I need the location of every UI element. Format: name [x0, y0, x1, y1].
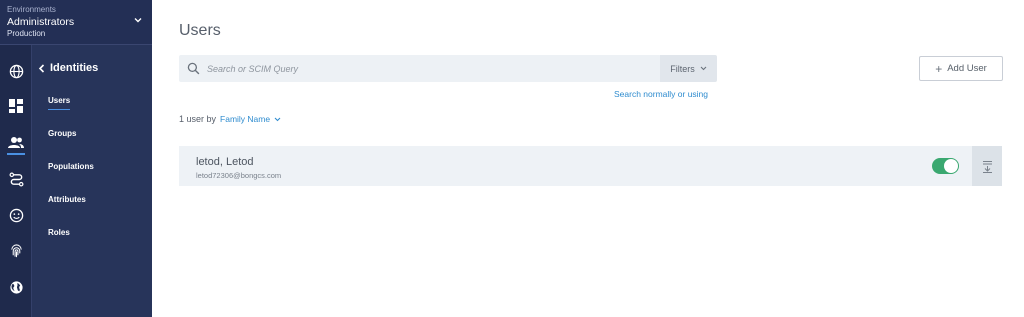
subnav-item-populations[interactable]: Populations	[48, 162, 94, 171]
environment-sub: Production	[7, 29, 46, 38]
sort-dropdown[interactable]: Family Name	[220, 114, 281, 124]
chevron-down-icon	[700, 66, 707, 71]
filters-label: Filters	[670, 63, 695, 74]
chevron-down-icon	[274, 117, 281, 121]
main-content: Users Filters Search normally or using +…	[152, 0, 1024, 317]
subnav-title: Identities	[50, 62, 99, 74]
environment-selector[interactable]: Environments Administrators Production	[0, 0, 152, 45]
subnav-item-groups[interactable]: Groups	[48, 129, 76, 138]
user-count-text: 1 user by	[179, 114, 217, 124]
subnav-item-users[interactable]: Users	[48, 96, 71, 110]
sort-label: Family Name	[220, 114, 271, 124]
icon-rail	[0, 45, 32, 317]
experiences-icon[interactable]	[7, 206, 25, 224]
add-user-button[interactable]: + Add User	[919, 56, 1003, 81]
user-email: letod72306@bongcs.com	[196, 171, 282, 180]
expand-details-icon	[982, 160, 992, 173]
globe-icon[interactable]	[7, 62, 25, 80]
add-user-label: Add User	[947, 63, 987, 74]
connections-icon[interactable]	[7, 170, 25, 188]
user-enabled-toggle[interactable]	[932, 158, 959, 174]
identities-subnav: Identities Users Groups Populations Attr…	[32, 45, 152, 317]
environment-name: Administrators	[7, 16, 75, 28]
fingerprint-icon[interactable]	[7, 242, 25, 260]
search-box	[179, 55, 661, 82]
search-mode-link[interactable]: Search normally or using	[614, 89, 708, 99]
user-count: 1 user by Family Name	[179, 114, 281, 124]
toggle-knob	[944, 159, 958, 173]
expand-row-button[interactable]	[972, 146, 1002, 186]
search-input[interactable]	[200, 55, 661, 82]
active-indicator	[7, 153, 25, 155]
users-icon[interactable]	[7, 133, 25, 151]
filters-button[interactable]: Filters	[660, 55, 717, 82]
plus-icon: +	[935, 61, 943, 76]
world-icon[interactable]	[7, 278, 25, 296]
search-icon	[187, 62, 200, 75]
app-root: Environments Administrators Production I…	[0, 0, 1024, 317]
environment-label: Environments	[7, 5, 56, 14]
back-to-identities[interactable]: Identities	[38, 62, 98, 74]
subnav-item-roles[interactable]: Roles	[48, 228, 70, 237]
table-row[interactable]: letod, Letod letod72306@bongcs.com	[179, 146, 972, 186]
page-title: Users	[179, 22, 221, 39]
chevron-left-icon	[38, 63, 45, 73]
dashboard-icon[interactable]	[7, 97, 25, 115]
chevron-down-icon	[134, 18, 142, 23]
user-name: letod, Letod	[196, 156, 254, 168]
subnav-item-attributes[interactable]: Attributes	[48, 195, 86, 204]
